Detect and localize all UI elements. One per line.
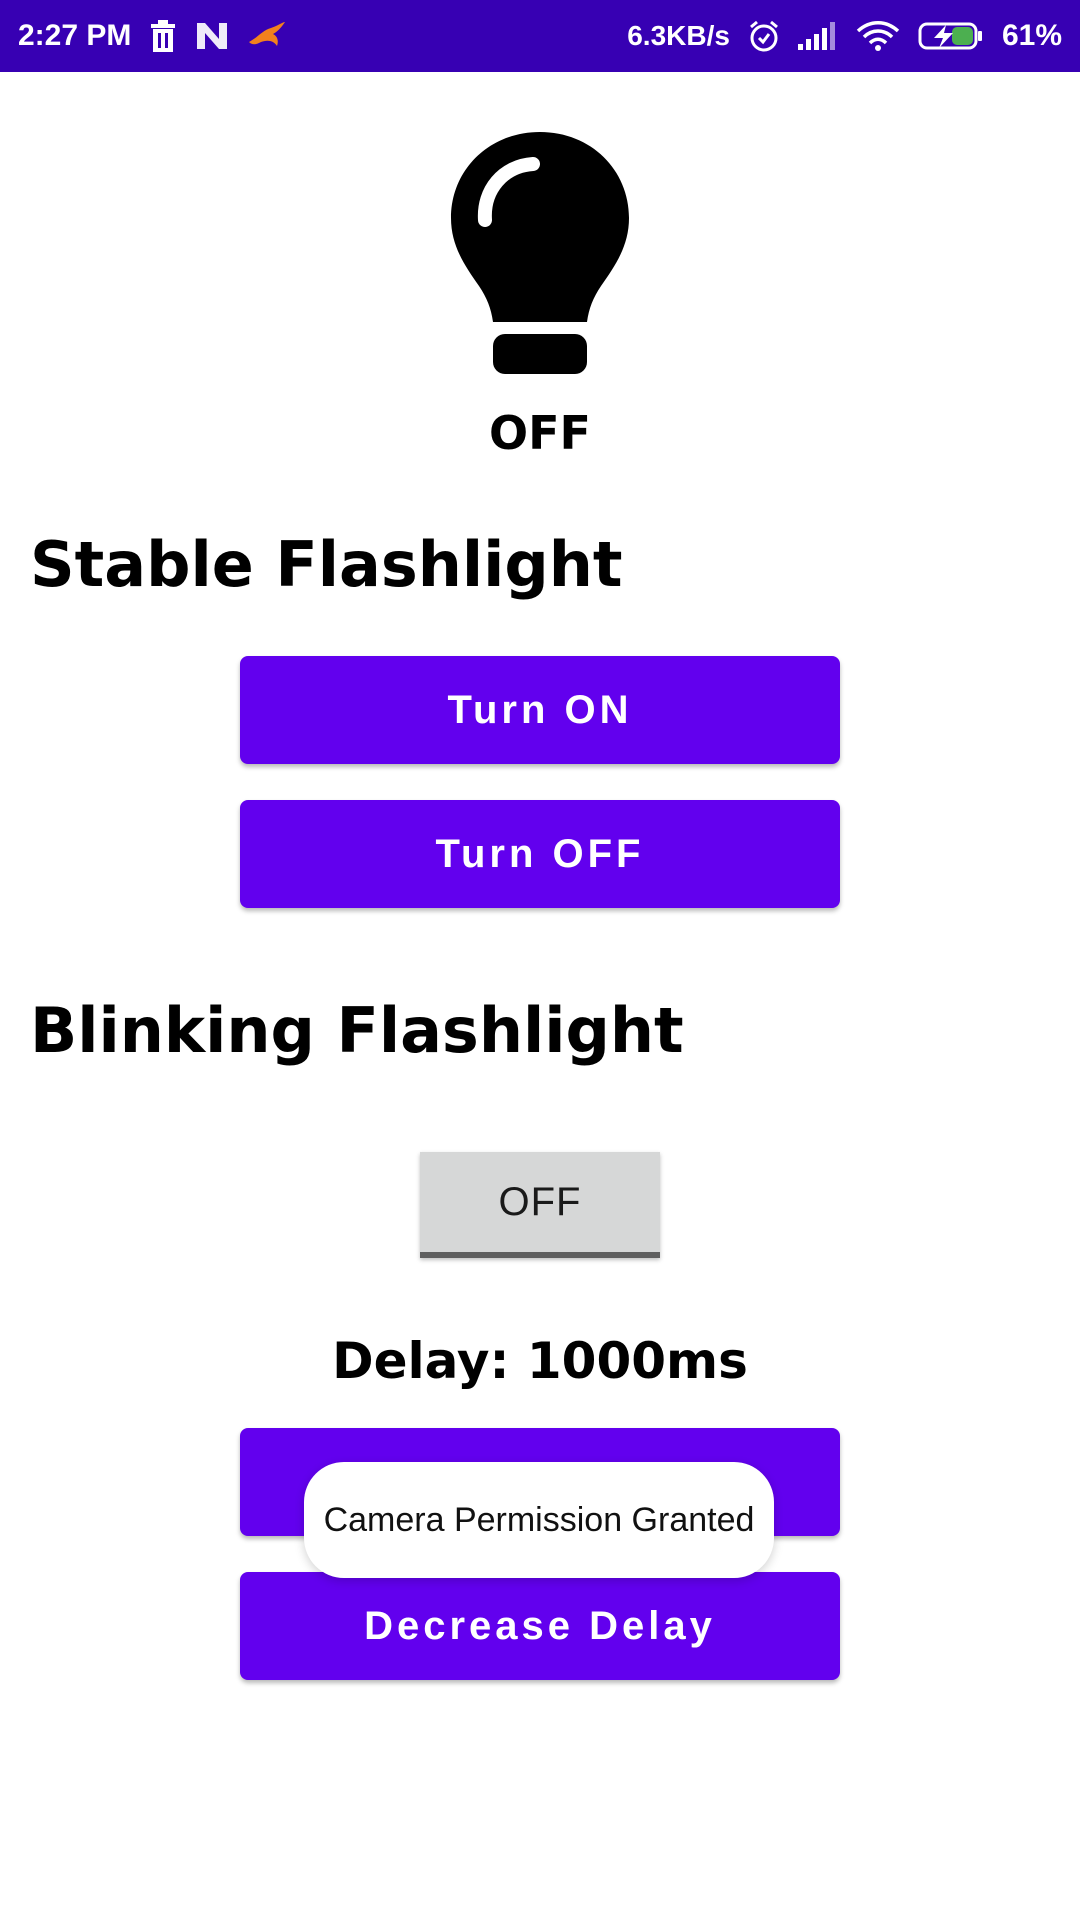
blinking-section-title: Blinking Flashlight [30,994,684,1067]
status-time: 2:27 PM [18,19,132,52]
toast-message: Camera Permission Granted [323,1500,755,1539]
battery-percent: 61% [1001,19,1062,52]
n-app-icon [195,21,229,51]
decrease-delay-button[interactable]: Decrease Delay [240,1572,840,1680]
trash-icon [149,20,177,52]
lightbulb-icon [451,132,629,374]
turn-on-button[interactable]: Turn ON [240,656,840,764]
signal-icon [797,22,838,50]
status-bar-left: 2:27 PM [18,19,287,53]
stable-section-title: Stable Flashlight [30,528,623,601]
bird-app-icon [247,20,287,52]
battery-charging-icon [918,21,984,51]
blink-toggle-button[interactable]: OFF [420,1152,660,1258]
wifi-icon [856,20,900,52]
permission-toast: Camera Permission Granted [304,1462,774,1578]
network-speed: 6.3KB/s [627,20,730,51]
status-bar: 2:27 PM 6.3KB/s 61% [0,0,1080,72]
alarm-icon [748,20,780,52]
delay-label: Delay: 1000ms [332,1332,748,1390]
turn-off-button[interactable]: Turn OFF [240,800,840,908]
flashlight-state-label: OFF [489,406,591,460]
status-bar-right: 6.3KB/s 61% [627,19,1062,53]
